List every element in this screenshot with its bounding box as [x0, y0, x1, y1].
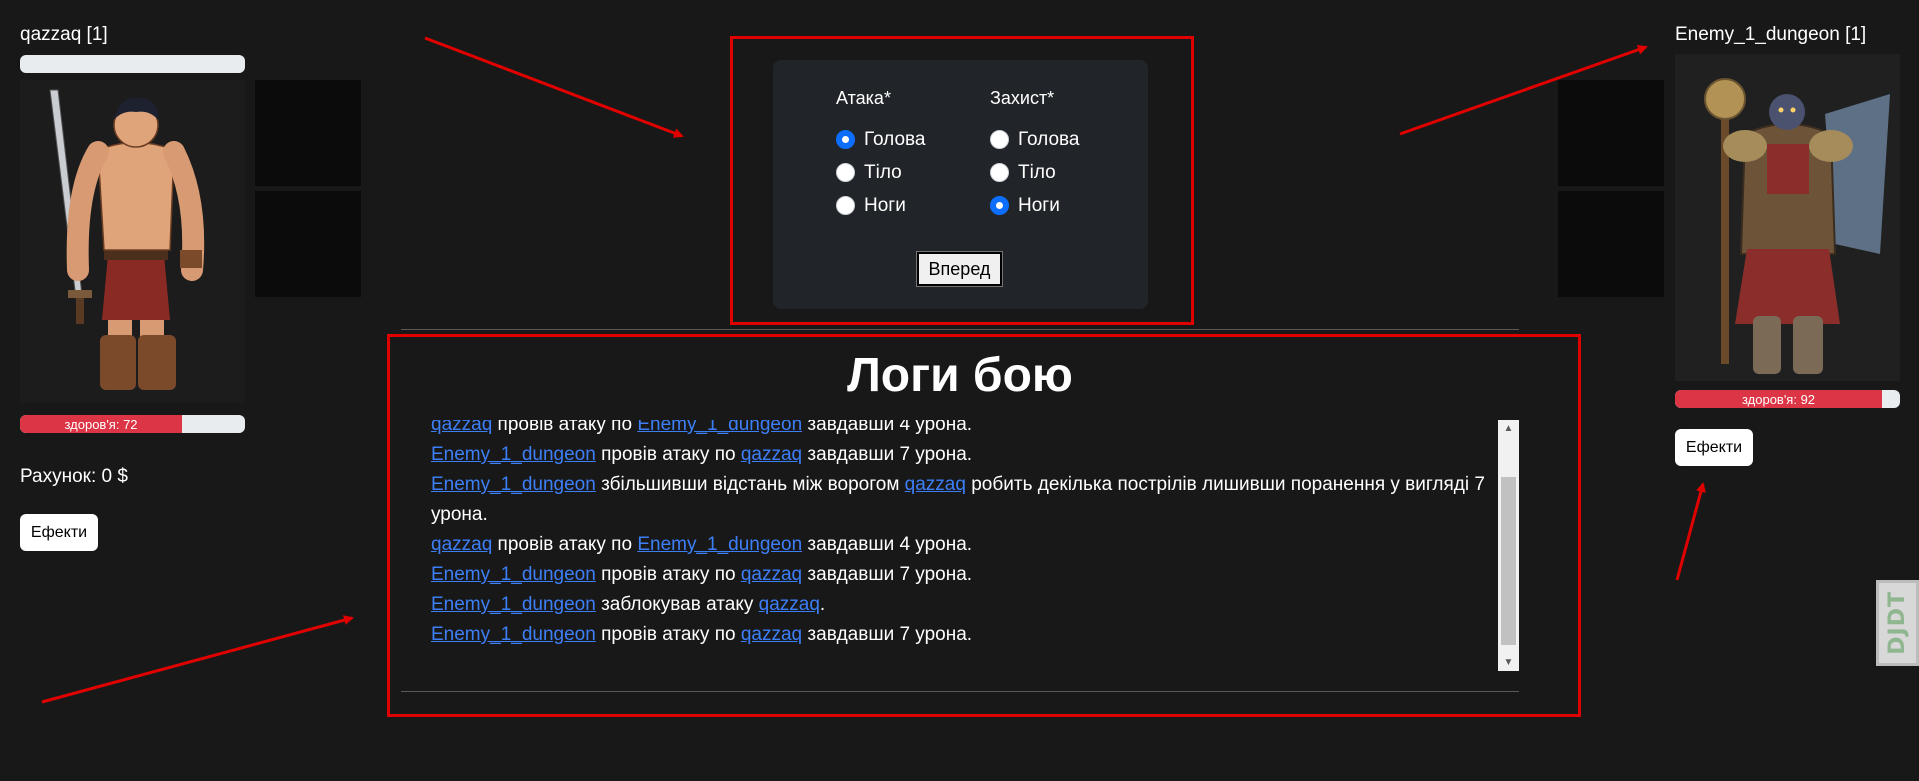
armored-beast-figure-image	[1704, 78, 1890, 374]
player-name: qazzaq [1]	[20, 24, 108, 45]
log-player-link[interactable]: Enemy_1_dungeon	[431, 594, 596, 615]
defense-legs-radio[interactable]	[990, 196, 1009, 215]
divider-top	[401, 329, 1519, 330]
log-player-link[interactable]: Enemy_1_dungeon	[637, 420, 802, 435]
player-avatar	[20, 80, 245, 403]
log-text: завдавши 7 урона.	[802, 564, 973, 585]
defense-body-radio[interactable]	[990, 163, 1009, 182]
log-player-link[interactable]: Enemy_1_dungeon	[431, 624, 596, 645]
log-text: завдавши 4 урона.	[802, 420, 973, 435]
log-player-link[interactable]: qazzaq	[759, 594, 820, 615]
log-player-link[interactable]: Enemy_1_dungeon	[431, 444, 596, 465]
scroll-up-icon[interactable]: ▲	[1498, 420, 1519, 437]
arrow-to-logs	[41, 615, 354, 704]
log-scrollbar[interactable]: ▲ ▼	[1498, 420, 1519, 671]
debug-toolbar-tab[interactable]: DJDT	[1876, 580, 1919, 666]
defense-head-label: Голова	[1018, 128, 1080, 150]
log-player-link[interactable]: Enemy_1_dungeon	[431, 474, 596, 495]
log-entry: qazzaq провів атаку по Enemy_1_dungeon з…	[431, 530, 1491, 560]
log-entry: qazzaq провів атаку по Enemy_1_dungeon з…	[431, 420, 1491, 440]
log-entry: Enemy_1_dungeon провів атаку по qazzaq з…	[431, 560, 1491, 590]
log-text: заблокував атаку	[595, 594, 759, 615]
player-effects-button[interactable]: Ефекти	[20, 514, 98, 551]
log-text: провів атаку по	[595, 624, 741, 645]
attack-options: Голова Тіло Ноги	[836, 123, 925, 222]
attack-head-radio[interactable]	[836, 130, 855, 149]
defense-body-label: Тіло	[1018, 161, 1056, 183]
log-entry: Enemy_1_dungeon провів атаку по qazzaq з…	[431, 440, 1491, 470]
balance-text: Рахунок: 0 $	[20, 466, 128, 487]
defense-legs-label: Ноги	[1018, 194, 1060, 216]
player-health-fill: здоров'я: 72	[20, 415, 182, 433]
attack-body-label: Тіло	[864, 161, 902, 183]
enemy-name: Enemy_1_dungeon [1]	[1675, 24, 1867, 45]
attack-legs-radio[interactable]	[836, 196, 855, 215]
log-text: збільшивши відстань між ворогом	[595, 474, 905, 495]
log-text: провів атаку по	[595, 444, 741, 465]
logs-title: Логи бою	[847, 349, 1073, 402]
enemy-effects-button[interactable]: Ефекти	[1675, 429, 1753, 466]
arrow-to-enemy-effects	[1675, 482, 1706, 581]
defense-head-radio[interactable]	[990, 130, 1009, 149]
log-content: qazzaq провів атаку по Enemy_1_dungeon з…	[431, 420, 1491, 650]
log-player-link[interactable]: qazzaq	[431, 534, 492, 555]
enemy-avatar	[1675, 54, 1900, 381]
arrow-to-form	[424, 36, 684, 138]
equipment-slot-2[interactable]	[255, 191, 361, 297]
player-health-bar: здоров'я: 72	[20, 415, 245, 433]
log-text: провів атаку по	[492, 420, 638, 435]
barbarian-figure-image	[49, 89, 205, 390]
attack-title: Атака*	[836, 88, 891, 108]
attack-body-radio[interactable]	[836, 163, 855, 182]
log-player-link[interactable]: qazzaq	[741, 564, 802, 585]
log-text: завдавши 7 урона.	[802, 624, 973, 645]
log-player-link[interactable]: Enemy_1_dungeon	[637, 534, 802, 555]
attack-option-body[interactable]: Тіло	[836, 156, 925, 189]
enemy-equipment-slot-2[interactable]	[1558, 191, 1664, 297]
log-player-link[interactable]: qazzaq	[431, 420, 492, 435]
defense-options: Голова Тіло Ноги	[990, 123, 1079, 222]
log-text: .	[819, 594, 826, 615]
equipment-slot-1[interactable]	[255, 80, 361, 186]
log-list[interactable]: qazzaq провів атаку по Enemy_1_dungeon з…	[431, 420, 1501, 671]
defense-option-body[interactable]: Тіло	[990, 156, 1079, 189]
log-entry: Enemy_1_dungeon заблокував атаку qazzaq.	[431, 590, 1491, 620]
attack-legs-label: Ноги	[864, 194, 906, 216]
log-text: завдавши 4 урона.	[802, 534, 973, 555]
enemy-equipment-slot-1[interactable]	[1558, 80, 1664, 186]
scroll-down-icon[interactable]: ▼	[1498, 654, 1519, 671]
log-text: провів атаку по	[595, 564, 741, 585]
log-entry: Enemy_1_dungeon провів атаку по qazzaq з…	[431, 620, 1491, 650]
log-player-link[interactable]: qazzaq	[905, 474, 966, 495]
defense-option-head[interactable]: Голова	[990, 123, 1079, 156]
log-entry: Enemy_1_dungeon збільшивши відстань між …	[431, 470, 1491, 530]
debug-toolbar-label: DJDT	[1885, 591, 1910, 655]
attack-head-label: Голова	[864, 128, 926, 150]
enemy-health-bar: здоров'я: 92	[1675, 390, 1900, 408]
log-player-link[interactable]: qazzaq	[741, 444, 802, 465]
enemy-health-fill: здоров'я: 92	[1675, 390, 1882, 408]
attack-option-legs[interactable]: Ноги	[836, 189, 925, 222]
log-player-link[interactable]: qazzaq	[741, 624, 802, 645]
scroll-thumb[interactable]	[1501, 477, 1516, 645]
divider-bottom	[401, 691, 1519, 692]
forward-button[interactable]: Вперед	[916, 251, 1003, 287]
log-player-link[interactable]: Enemy_1_dungeon	[431, 564, 596, 585]
log-text: провів атаку по	[492, 534, 638, 555]
defense-title: Захист*	[990, 88, 1055, 108]
defense-option-legs[interactable]: Ноги	[990, 189, 1079, 222]
player-energy-bar	[20, 55, 245, 73]
attack-option-head[interactable]: Голова	[836, 123, 925, 156]
log-text: завдавши 7 урона.	[802, 444, 973, 465]
